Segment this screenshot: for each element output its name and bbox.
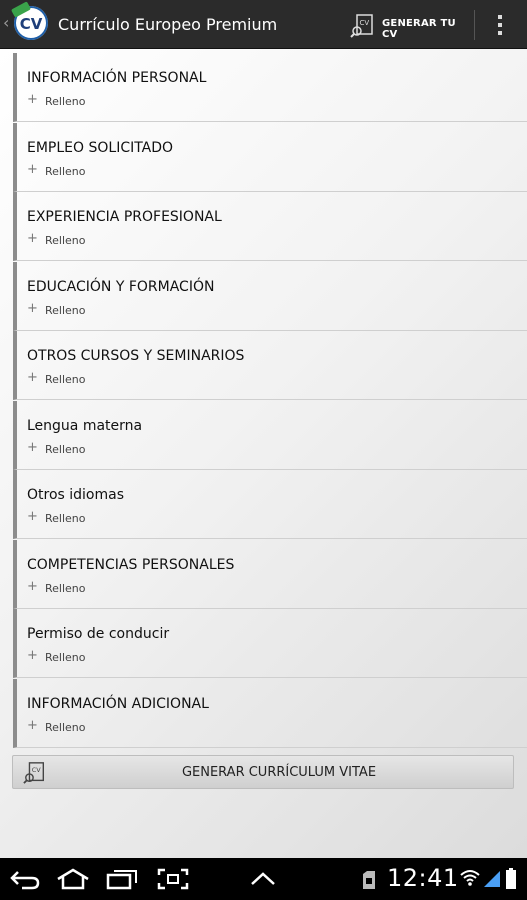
signal-icon xyxy=(484,871,500,887)
section-row[interactable]: Otros idiomas + Relleno xyxy=(13,470,527,539)
plus-icon: + xyxy=(27,439,38,455)
document-search-icon: CV xyxy=(350,14,373,38)
generate-cv-action-label: GENERAR TU CV xyxy=(382,18,456,40)
section-status: Relleno xyxy=(45,234,86,247)
chevron-up-icon[interactable] xyxy=(249,868,277,890)
app-title: Currículo Europeo Premium xyxy=(58,15,278,34)
toolbar-divider xyxy=(474,10,475,40)
section-status: Relleno xyxy=(45,512,86,525)
section-title: EXPERIENCIA PROFESIONAL xyxy=(27,209,222,225)
section-title: Lengua materna xyxy=(27,417,143,434)
up-caret-icon[interactable]: ‹ xyxy=(3,13,9,32)
section-status: Relleno xyxy=(45,442,86,456)
plus-icon: + xyxy=(27,300,38,316)
section-title: EMPLEO SOLICITADO xyxy=(27,139,174,156)
wifi-icon xyxy=(460,870,480,886)
section-title: INFORMACIÓN ADICIONAL xyxy=(27,695,209,712)
section-row[interactable]: OTROS CURSOS Y SEMINARIOS + Relleno xyxy=(13,331,527,400)
section-status: Relleno xyxy=(45,651,86,664)
section-title: COMPETENCIAS PERSONALES xyxy=(27,556,235,573)
plus-icon: + xyxy=(27,370,38,385)
app-logo-icon[interactable]: CV xyxy=(10,1,48,40)
battery-icon xyxy=(506,868,516,889)
section-status: Relleno xyxy=(45,164,86,178)
section-row[interactable]: INFORMACIÓN PERSONAL + Relleno xyxy=(13,53,527,122)
plus-icon: + xyxy=(27,648,38,663)
section-title: EDUCACIÓN Y FORMACIÓN xyxy=(27,278,215,295)
section-title: OTROS CURSOS Y SEMINARIOS xyxy=(27,348,245,364)
section-status: Relleno xyxy=(45,373,86,386)
system-bar: 12:41 xyxy=(0,858,527,900)
generate-curriculum-label: GENERAR CURRÍCULUM VITAE xyxy=(181,765,377,780)
plus-icon: + xyxy=(27,92,38,107)
generate-curriculum-button[interactable]: CV GENERAR CURRÍCULUM VITAE xyxy=(12,755,514,789)
section-title: INFORMACIÓN PERSONAL xyxy=(27,70,207,86)
status-clock: 12:41 xyxy=(387,864,459,892)
action-bar: ‹ CV Currículo Europeo Premium CV GENERA… xyxy=(0,0,527,49)
screenshot-icon[interactable] xyxy=(157,868,189,890)
section-row[interactable]: INFORMACIÓN ADICIONAL + Relleno xyxy=(13,678,527,748)
section-row[interactable]: EXPERIENCIA PROFESIONAL + Relleno xyxy=(13,192,527,261)
section-title: Otros idiomas xyxy=(27,487,125,503)
section-status: Relleno xyxy=(45,720,86,734)
sd-card-icon xyxy=(363,871,375,889)
recent-apps-icon[interactable] xyxy=(106,868,138,890)
app-logo-text: CV xyxy=(19,15,43,33)
section-status: Relleno xyxy=(45,581,86,595)
section-status: Relleno xyxy=(45,303,86,317)
svg-text:CV: CV xyxy=(360,19,370,27)
plus-icon: + xyxy=(27,161,38,177)
plus-icon: + xyxy=(27,231,38,246)
section-row[interactable]: EMPLEO SOLICITADO + Relleno xyxy=(13,122,527,192)
section-row[interactable]: EDUCACIÓN Y FORMACIÓN + Relleno xyxy=(13,261,527,331)
plus-icon: + xyxy=(27,578,38,594)
back-icon[interactable] xyxy=(10,868,40,890)
content-area: INFORMACIÓN PERSONAL + Relleno EMPLEO SOLIC… xyxy=(0,49,527,858)
plus-icon: + xyxy=(27,717,38,733)
section-row[interactable]: COMPETENCIAS PERSONALES + Relleno xyxy=(13,539,527,609)
section-row[interactable]: Permiso de conducir + Relleno xyxy=(13,609,527,678)
section-row[interactable]: Lengua materna + Relleno xyxy=(13,400,527,470)
generate-cv-action-button[interactable]: CV GENERAR TU CV xyxy=(348,0,468,49)
overflow-menu-icon[interactable] xyxy=(490,12,510,38)
section-status: Relleno xyxy=(45,95,86,108)
home-icon[interactable] xyxy=(56,868,90,890)
section-title: Permiso de conducir xyxy=(27,626,170,642)
plus-icon: + xyxy=(27,509,38,524)
